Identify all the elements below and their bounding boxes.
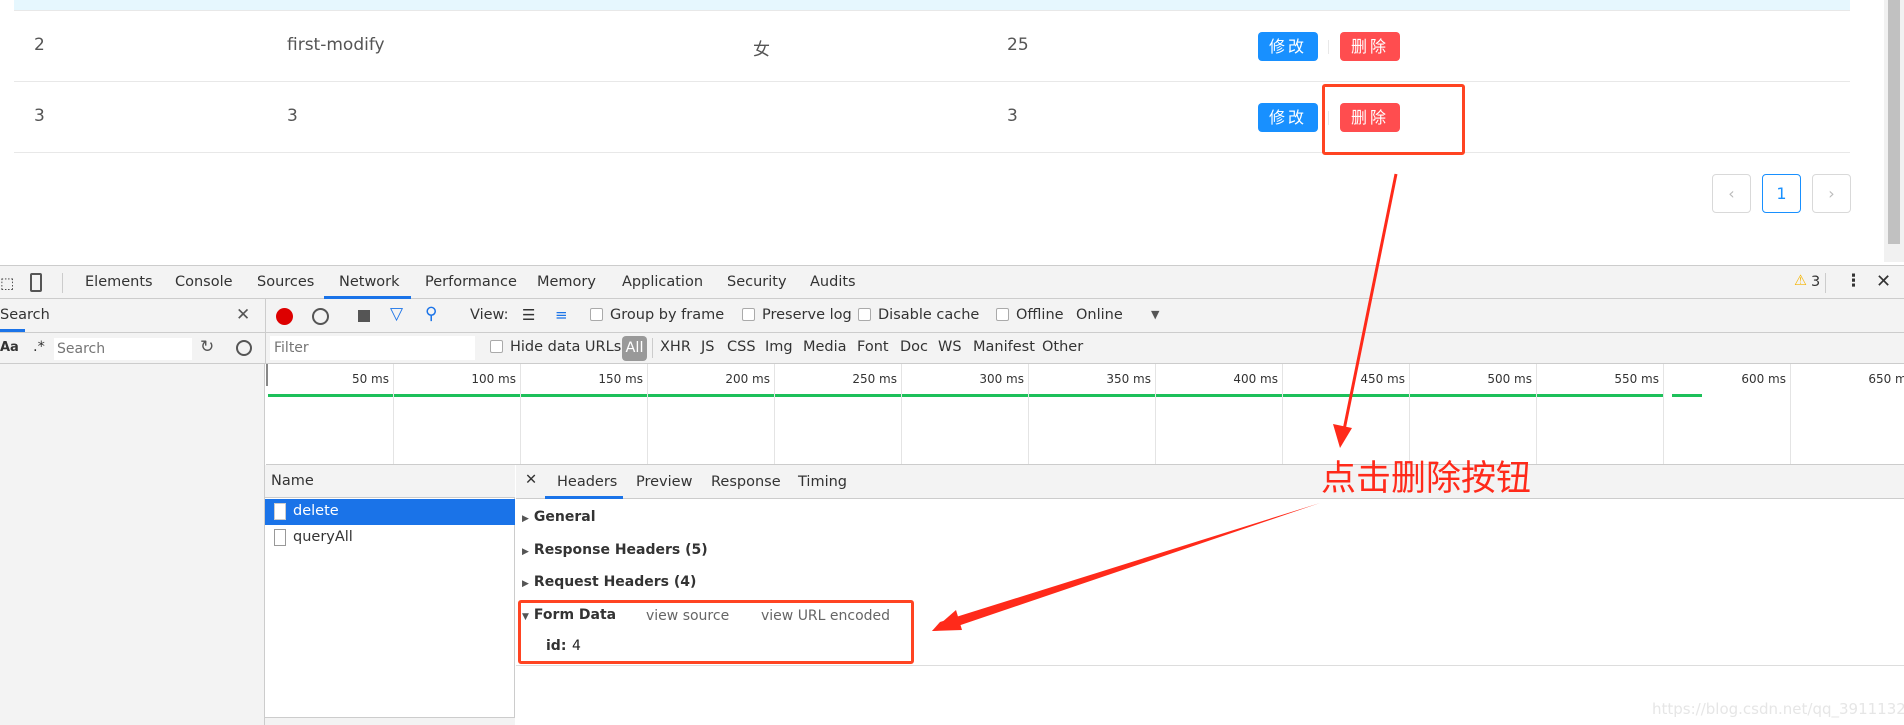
arrow-line xyxy=(1342,173,1398,431)
arrow-line xyxy=(932,503,1320,631)
watermark: https://blog.csdn.net/qq_39111325 xyxy=(1652,700,1904,718)
arrow-head xyxy=(932,610,962,631)
annotation-text: 点击删除按钮 xyxy=(1321,459,1532,499)
annotation-arrows xyxy=(932,173,1398,631)
arrow-head xyxy=(1333,424,1352,448)
